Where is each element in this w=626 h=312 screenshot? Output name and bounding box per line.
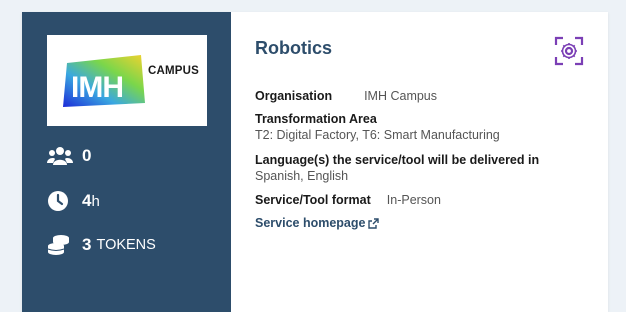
- duration-stat: 4 h: [47, 190, 100, 212]
- duration-value: 4: [82, 191, 92, 210]
- format-label: Service/Tool format: [255, 193, 371, 207]
- users-icon: [47, 145, 73, 167]
- transformation-area-field: Transformation Area T2: Digital Factory,…: [255, 111, 500, 143]
- tokens-value: 3: [82, 235, 92, 254]
- participants-count: 0: [82, 146, 92, 165]
- card-content: Robotics Organisation IMH Campus Transfo…: [255, 12, 608, 312]
- coins-icon: [47, 234, 73, 256]
- duration-unit: h: [91, 192, 100, 210]
- organisation-label: Organisation: [255, 89, 333, 103]
- language-value: Spanish, English: [255, 169, 349, 183]
- svg-text:IMH: IMH: [71, 71, 123, 104]
- scan-settings-icon[interactable]: [554, 36, 584, 66]
- imh-logo-graphic: IMH: [63, 55, 145, 107]
- participants-stat: 0: [47, 145, 91, 167]
- service-card: IMH CAMPUS 0 4 h 3 TOKENS Robotics Organ…: [22, 12, 608, 312]
- language-label: Language(s) the service/tool will be del…: [255, 153, 540, 167]
- organisation-value: IMH Campus: [364, 89, 438, 103]
- transformation-area-label: Transformation Area: [255, 112, 377, 126]
- service-homepage-label: Service homepage: [255, 216, 366, 230]
- format-field: Service/Tool format In-Person: [255, 192, 441, 207]
- imh-campus-logo: IMH CAMPUS: [47, 35, 207, 126]
- tokens-stat: 3 TOKENS: [47, 234, 156, 256]
- format-value: In-Person: [386, 193, 441, 207]
- service-homepage-link[interactable]: Service homepage: [255, 216, 380, 230]
- language-field: Language(s) the service/tool will be del…: [255, 152, 539, 184]
- service-title: Robotics: [255, 38, 333, 58]
- external-link-icon: [368, 217, 380, 229]
- transformation-area-value: T2: Digital Factory, T6: Smart Manufactu…: [255, 128, 500, 142]
- tokens-label: TOKENS: [96, 237, 156, 253]
- logo-campus-text: CAMPUS: [148, 65, 200, 77]
- organisation-field: Organisation IMH Campus: [255, 88, 437, 103]
- clock-icon: [47, 190, 73, 212]
- card-sidebar: IMH CAMPUS 0 4 h 3 TOKENS: [22, 12, 231, 312]
